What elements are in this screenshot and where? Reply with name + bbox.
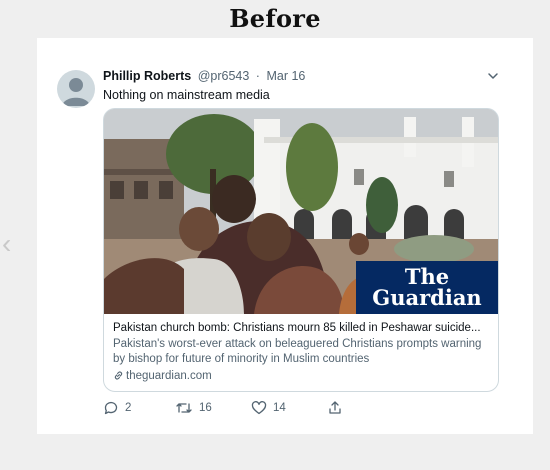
reply-button[interactable]: 2 <box>103 400 131 416</box>
retweet-button[interactable]: 16 <box>175 400 212 416</box>
tweet-date[interactable]: Mar 16 <box>266 69 305 83</box>
header-separator: · <box>255 69 260 83</box>
retweet-icon <box>176 403 192 413</box>
share-icon <box>329 401 341 414</box>
author-name[interactable]: Phillip Roberts <box>103 69 191 83</box>
chevron-down-icon[interactable] <box>485 68 501 84</box>
tweet-actions: 2 16 14 <box>103 400 403 418</box>
logo-line-1: The <box>404 264 450 289</box>
link-icon <box>113 370 124 386</box>
tweet-panel: Phillip Roberts @pr6543 · Mar 16 Nothing… <box>37 38 533 434</box>
tweet-text: Nothing on mainstream media <box>103 88 270 102</box>
share-button[interactable] <box>327 400 349 416</box>
card-description: Pakistan's worst-ever attack on beleague… <box>113 338 482 365</box>
like-count: 14 <box>273 402 286 414</box>
author-handle[interactable]: @pr6543 <box>198 69 250 83</box>
like-icon <box>251 401 267 415</box>
previous-arrow-icon[interactable]: ‹ <box>2 230 11 258</box>
avatar[interactable] <box>57 70 95 108</box>
card-title[interactable]: Pakistan church bomb: Christians mourn 8… <box>113 321 489 336</box>
retweet-count: 16 <box>199 402 212 414</box>
card-body: Pakistan church bomb: Christians mourn 8… <box>104 314 498 386</box>
reply-icon <box>104 401 118 415</box>
card-image: The Guardian <box>104 109 498 314</box>
logo-line-2: Guardian <box>372 285 482 310</box>
tweet-header: Phillip Roberts @pr6543 · Mar 16 <box>103 69 305 83</box>
reply-count: 2 <box>125 402 132 414</box>
link-card[interactable]: The Guardian Pakistan church bomb: Chris… <box>103 108 499 392</box>
guardian-logo: The Guardian <box>356 261 498 314</box>
page-heading: Before <box>229 4 321 33</box>
card-domain[interactable]: theguardian.com <box>113 369 489 386</box>
card-domain-text: theguardian.com <box>126 370 212 382</box>
like-button[interactable]: 14 <box>251 400 286 416</box>
